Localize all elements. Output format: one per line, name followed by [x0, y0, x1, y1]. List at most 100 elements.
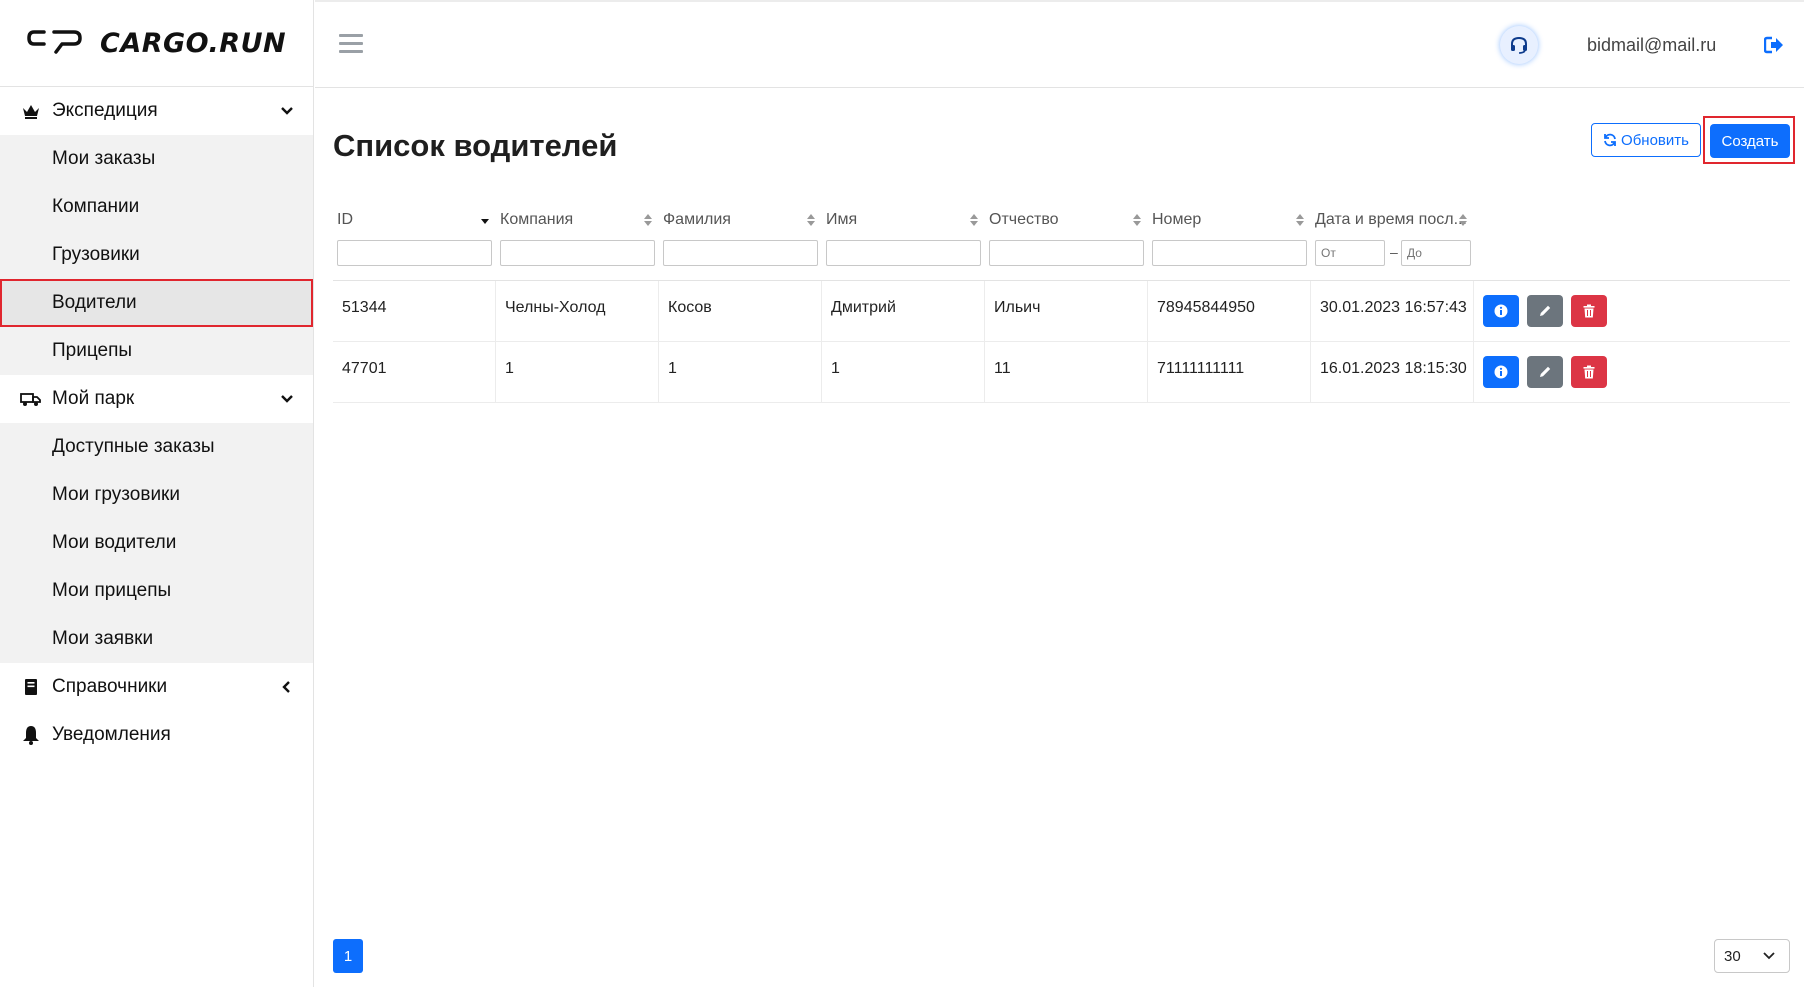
user-email[interactable]: bidmail@mail.ru	[1587, 35, 1716, 56]
pencil-icon	[1540, 305, 1551, 316]
column-header-last-name[interactable]: Фамилия	[659, 200, 822, 240]
sidebar-group-notifications[interactable]: Уведомления	[0, 711, 313, 759]
book-icon	[20, 676, 42, 698]
sidebar-nav: Экспедиция Мои заказы Компании Грузовики…	[0, 87, 313, 759]
filter-company-input[interactable]	[500, 240, 655, 266]
column-header-label: ID	[337, 211, 353, 228]
page-title: Список водителей	[333, 128, 618, 163]
cell-company: 1	[496, 342, 659, 403]
pencil-icon	[1540, 366, 1551, 377]
filter-id-input[interactable]	[337, 240, 492, 266]
sidebar-item-my-trucks[interactable]: Мои грузовики	[0, 471, 313, 519]
edit-button[interactable]	[1527, 295, 1563, 327]
filter-first-name-input[interactable]	[826, 240, 981, 266]
cell-patronymic: 11	[985, 342, 1148, 403]
sidebar-group-label: Уведомления	[52, 724, 171, 745]
sidebar-item-drivers[interactable]: Водители	[0, 279, 313, 327]
trash-icon	[1583, 365, 1595, 379]
sidebar: CARGO.RUN Экспедиция Мои заказы Компании…	[0, 0, 314, 987]
sidebar-item-my-drivers[interactable]: Мои водители	[0, 519, 313, 567]
table-body: 51344 Челны-Холод Косов Дмитрий Ильич 78…	[333, 280, 1790, 403]
filter-date-from-input[interactable]	[1315, 240, 1385, 266]
truck-icon	[20, 388, 42, 410]
sidebar-group-expedition[interactable]: Экспедиция	[0, 87, 313, 135]
sidebar-item-my-orders[interactable]: Мои заказы	[0, 135, 313, 183]
sidebar-group-label: Справочники	[52, 676, 168, 697]
cell-last-name: 1	[659, 342, 822, 403]
refresh-button[interactable]: Обновить	[1591, 123, 1701, 157]
crown-icon	[20, 100, 42, 122]
sidebar-group-directories[interactable]: Справочники	[0, 663, 313, 711]
sidebar-submenu-my-fleet: Доступные заказы Мои грузовики Мои водит…	[0, 423, 313, 663]
cell-phone: 78945844950	[1148, 281, 1311, 342]
filter-phone-input[interactable]	[1152, 240, 1307, 266]
sidebar-item-trucks[interactable]: Грузовики	[0, 231, 313, 279]
column-header-last-datetime[interactable]: Дата и время посл...	[1311, 200, 1474, 240]
refresh-icon	[1604, 133, 1616, 147]
bell-icon	[20, 724, 42, 746]
cell-last-datetime: 30.01.2023 16:57:43	[1311, 281, 1474, 342]
filter-row: –	[333, 240, 1790, 280]
cell-phone: 71111111111	[1148, 342, 1311, 403]
sidebar-group-label: Мой парк	[52, 388, 135, 409]
sort-desc-icon	[481, 219, 489, 224]
column-header-id[interactable]: ID	[333, 200, 496, 240]
sidebar-group-my-fleet[interactable]: Мой парк	[0, 375, 313, 423]
column-header-label: Фамилия	[663, 211, 731, 228]
column-header-first-name[interactable]: Имя	[822, 200, 985, 240]
logo[interactable]: CARGO.RUN	[0, 0, 313, 87]
column-header-label: Отчество	[989, 211, 1059, 228]
sort-icon	[807, 214, 815, 226]
info-button[interactable]	[1483, 356, 1519, 388]
create-button[interactable]: Создать	[1710, 124, 1790, 158]
sort-icon	[970, 214, 978, 226]
table-header: ID Компания Фамилия Имя Отчество Номер Д…	[333, 200, 1790, 240]
sidebar-item-my-requests[interactable]: Мои заявки	[0, 615, 313, 663]
column-header-label: Имя	[826, 211, 858, 228]
info-button[interactable]	[1483, 295, 1519, 327]
sidebar-item-trailers[interactable]: Прицепы	[0, 327, 313, 375]
sort-icon	[644, 214, 652, 226]
column-header-company[interactable]: Компания	[496, 200, 659, 240]
column-header-patronymic[interactable]: Отчество	[985, 200, 1148, 240]
sort-icon	[1133, 214, 1141, 226]
chevron-down-icon	[1763, 952, 1775, 960]
per-page-value: 30	[1724, 947, 1741, 965]
main-content: Список водителей Обновить Создать ID Ком…	[333, 88, 1795, 987]
filter-date-to-input[interactable]	[1401, 240, 1471, 266]
cell-id: 51344	[333, 281, 496, 342]
edit-button[interactable]	[1527, 356, 1563, 388]
column-header-label: Дата и время посл...	[1315, 211, 1467, 228]
sort-icon	[1459, 214, 1467, 226]
support-icon[interactable]	[1500, 26, 1538, 64]
cell-last-datetime: 16.01.2023 18:15:30	[1311, 342, 1474, 403]
per-page-select[interactable]: 30	[1714, 939, 1790, 973]
menu-toggle-icon[interactable]	[339, 34, 363, 54]
refresh-label: Обновить	[1621, 131, 1689, 149]
create-button-highlight: Создать	[1703, 116, 1795, 164]
column-header-label: Номер	[1152, 211, 1202, 228]
cell-patronymic: Ильич	[985, 281, 1148, 342]
sidebar-item-companies[interactable]: Компании	[0, 183, 313, 231]
cell-first-name: 1	[822, 342, 985, 403]
chevron-left-icon	[282, 681, 290, 693]
chevron-down-icon	[281, 107, 293, 115]
trash-icon	[1583, 304, 1595, 318]
column-header-phone[interactable]: Номер	[1148, 200, 1311, 240]
sidebar-item-my-trailers[interactable]: Мои прицепы	[0, 567, 313, 615]
date-range-dash: –	[1390, 244, 1398, 260]
info-icon	[1494, 365, 1508, 379]
brand-name: CARGO.RUN	[100, 27, 287, 59]
filter-last-name-input[interactable]	[663, 240, 818, 266]
sidebar-item-available-orders[interactable]: Доступные заказы	[0, 423, 313, 471]
pagination-page-button[interactable]: 1	[333, 939, 363, 973]
cell-company: Челны-Холод	[496, 281, 659, 342]
info-icon	[1494, 304, 1508, 318]
delete-button[interactable]	[1571, 295, 1607, 327]
delete-button[interactable]	[1571, 356, 1607, 388]
filter-patronymic-input[interactable]	[989, 240, 1144, 266]
cell-id: 47701	[333, 342, 496, 403]
chevron-down-icon	[281, 395, 293, 403]
logout-icon[interactable]	[1764, 36, 1784, 54]
drivers-table: ID Компания Фамилия Имя Отчество Номер Д…	[333, 200, 1790, 403]
